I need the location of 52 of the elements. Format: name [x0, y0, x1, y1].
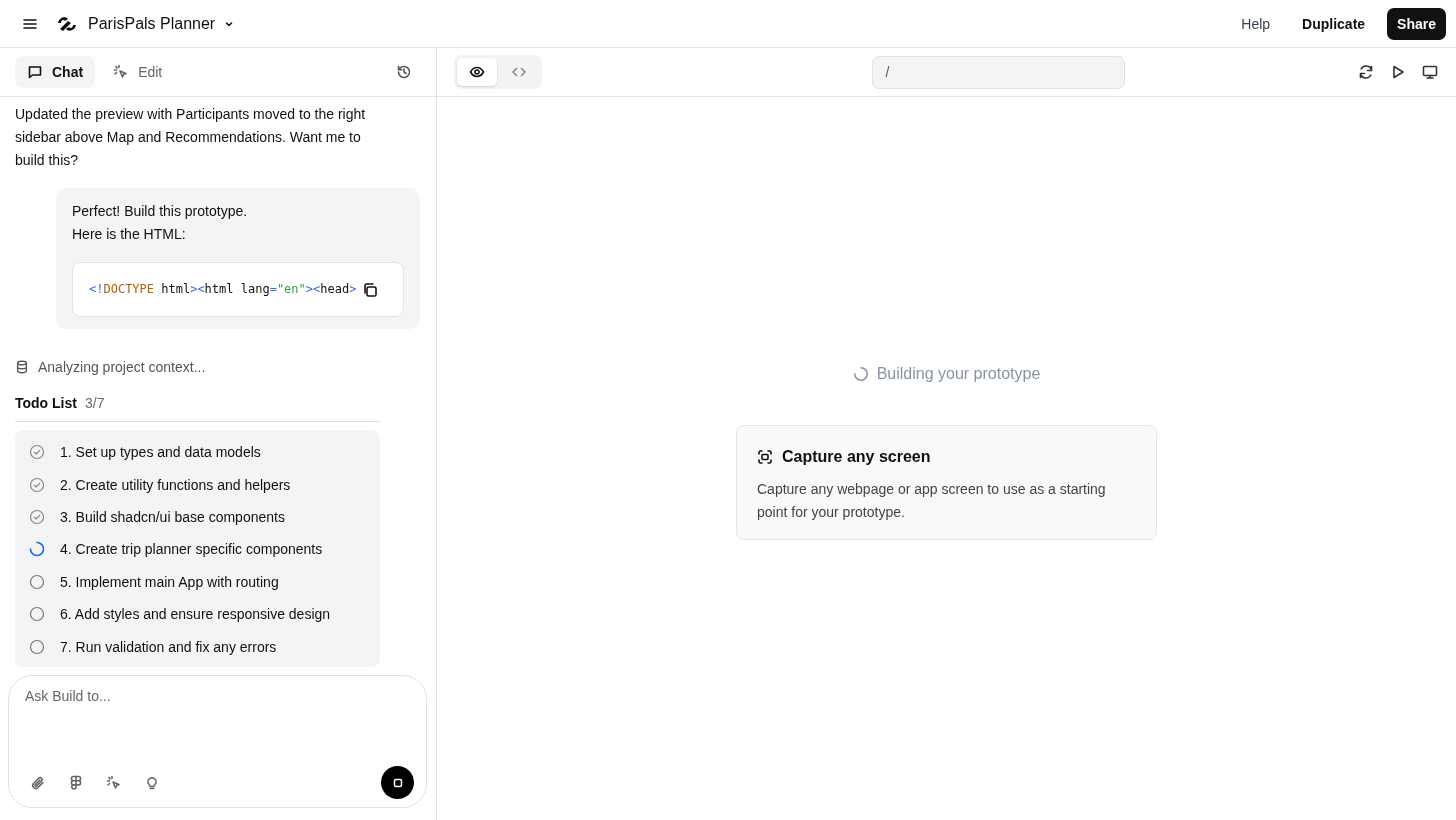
check-circle-icon [29, 444, 45, 461]
duplicate-button[interactable]: Duplicate [1292, 7, 1376, 40]
message-text: Perfect! Build this prototype. [72, 202, 249, 221]
todo-item: 3. Build shadcn/ui base components [60, 508, 285, 525]
card-title: Capture any screen [782, 448, 931, 466]
cursor-click-icon[interactable] [106, 774, 122, 791]
check-circle-icon [29, 476, 45, 493]
card-description: Capture any webpage or app screen to use as a starting point for your prototype. [757, 480, 1107, 522]
circle-icon [29, 638, 45, 655]
figma-icon[interactable] [68, 774, 84, 791]
stop-icon [391, 776, 404, 789]
todo-title: Todo List [15, 395, 77, 411]
check-circle-icon [29, 508, 45, 525]
play-icon[interactable] [1390, 64, 1406, 80]
stop-button[interactable] [381, 766, 414, 799]
todo-item: 7. Run validation and fix any errors [60, 638, 277, 655]
cursor-click-icon [113, 64, 130, 80]
capture-card[interactable]: Capture any screen Capture any webpage or app screen to use as a starting point for your prototype. [736, 425, 1157, 540]
copy-icon[interactable] [362, 281, 379, 298]
capture-icon [757, 449, 773, 465]
logo-icon [56, 14, 78, 33]
paperclip-icon[interactable] [30, 774, 46, 791]
todo-item: 2. Create utility functions and helpers [60, 476, 291, 493]
todo-item: 6. Add styles and ensure responsive design [60, 606, 331, 623]
eye-icon [469, 64, 485, 80]
tab[interactable]: Chat [15, 56, 96, 88]
project-menu[interactable]: ParisPals Planner [88, 14, 236, 33]
lightbulb-icon[interactable] [144, 774, 160, 791]
share-button[interactable]: Share [1387, 7, 1446, 40]
message-text: Here is the HTML: [72, 225, 187, 244]
spinner-icon [29, 541, 45, 558]
message-composer[interactable]: Ask Build to... [8, 675, 427, 808]
circle-icon [29, 606, 45, 623]
speech-bubble-icon [27, 64, 43, 80]
assistant-message: Updated the preview with Participants moved to the right sidebar above Map and Recommendations. Want me to build this? [15, 105, 367, 170]
todo-item: 4. Create trip planner specific components [60, 541, 323, 558]
todo-item: 1. Set up types and data models [60, 444, 261, 461]
loading-text: Building your prototype [876, 365, 1041, 383]
code-text: <!DOCTYPE html><html lang="en"><head> [89, 281, 357, 298]
help-link[interactable]: Help [1231, 7, 1281, 40]
spinner-icon [852, 366, 869, 382]
preview-view-button[interactable] [457, 58, 497, 86]
history-icon[interactable] [396, 64, 412, 80]
circle-icon [29, 573, 45, 590]
tab[interactable]: Edit [101, 56, 175, 88]
url-field[interactable]: / [871, 55, 1125, 89]
status-text: Analyzing project context... [38, 359, 206, 375]
todo-item: 5. Implement main App with routing [60, 573, 279, 590]
refresh-icon[interactable] [1358, 64, 1374, 80]
todo-count: 3/7 [84, 395, 105, 411]
database-icon [15, 360, 29, 374]
monitor-icon[interactable] [1422, 64, 1438, 80]
